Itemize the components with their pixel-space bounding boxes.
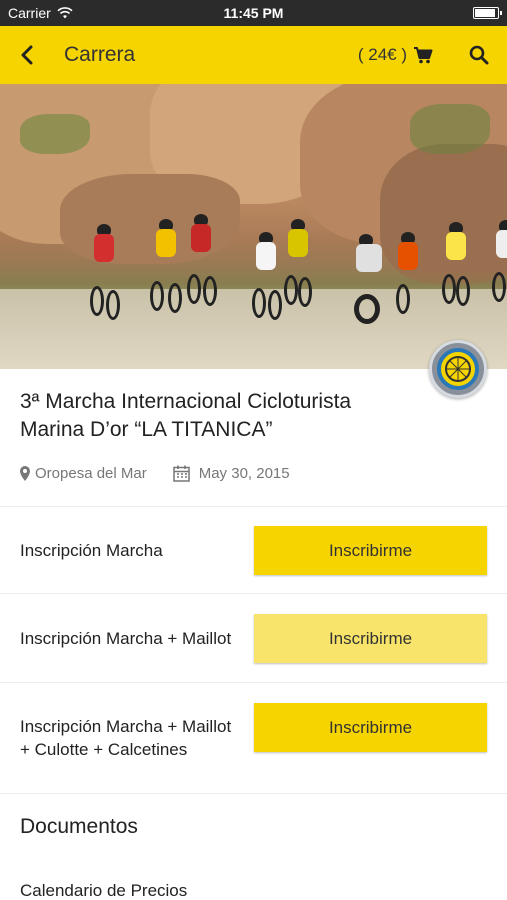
date-text: May 30, 2015	[198, 465, 290, 482]
register-button[interactable]: Inscribirme	[254, 703, 487, 752]
status-bar: Carrier 11:45 PM	[0, 0, 507, 26]
back-icon	[21, 45, 33, 65]
calendar-icon	[172, 465, 190, 482]
wifi-icon	[57, 7, 73, 19]
cart-icon	[414, 47, 433, 64]
registration-label: Inscripción Marcha + Maillot	[20, 628, 232, 648]
map-pin-icon	[20, 466, 30, 481]
event-meta: Oropesa del Mar May 30, 2015	[20, 465, 290, 482]
search-button[interactable]	[451, 26, 507, 84]
registration-label: Inscripción Marcha	[20, 540, 163, 560]
carrier-label: Carrier	[8, 5, 51, 21]
event-hero-image	[0, 84, 507, 369]
page-title: Carrera	[64, 43, 136, 66]
bike-wheel-icon	[437, 348, 479, 390]
location-text: Oropesa del Mar	[35, 465, 147, 482]
bike-wheel-badge	[429, 340, 487, 398]
document-link[interactable]: Calendario de Precios	[20, 881, 187, 900]
registration-row: Inscripción Marcha + Maillot Inscribirme	[0, 594, 507, 683]
back-button[interactable]	[0, 26, 54, 84]
status-time: 11:45 PM	[223, 5, 284, 21]
battery-icon	[473, 7, 502, 19]
register-button[interactable]: Inscribirme	[254, 614, 487, 663]
cart-button[interactable]: ( 24€ )	[358, 45, 433, 65]
nav-bar: Carrera ( 24€ )	[0, 26, 507, 84]
search-icon	[469, 45, 489, 65]
event-date: May 30, 2015	[172, 465, 290, 482]
status-left: Carrier	[8, 5, 73, 21]
register-button[interactable]: Inscribirme	[254, 526, 487, 575]
documents-heading: Documentos	[20, 815, 138, 838]
cart-total: ( 24€ )	[357, 45, 407, 64]
registration-row: Inscripción Marcha + Maillot + Culotte +…	[0, 683, 507, 794]
registration-row: Inscripción Marcha Inscribirme	[0, 506, 507, 594]
event-title: 3ª Marcha Internacional Cicloturista Mar…	[20, 390, 352, 441]
registration-label: Inscripción Marcha + Maillot + Culotte +…	[20, 717, 232, 759]
event-location: Oropesa del Mar	[20, 465, 147, 482]
